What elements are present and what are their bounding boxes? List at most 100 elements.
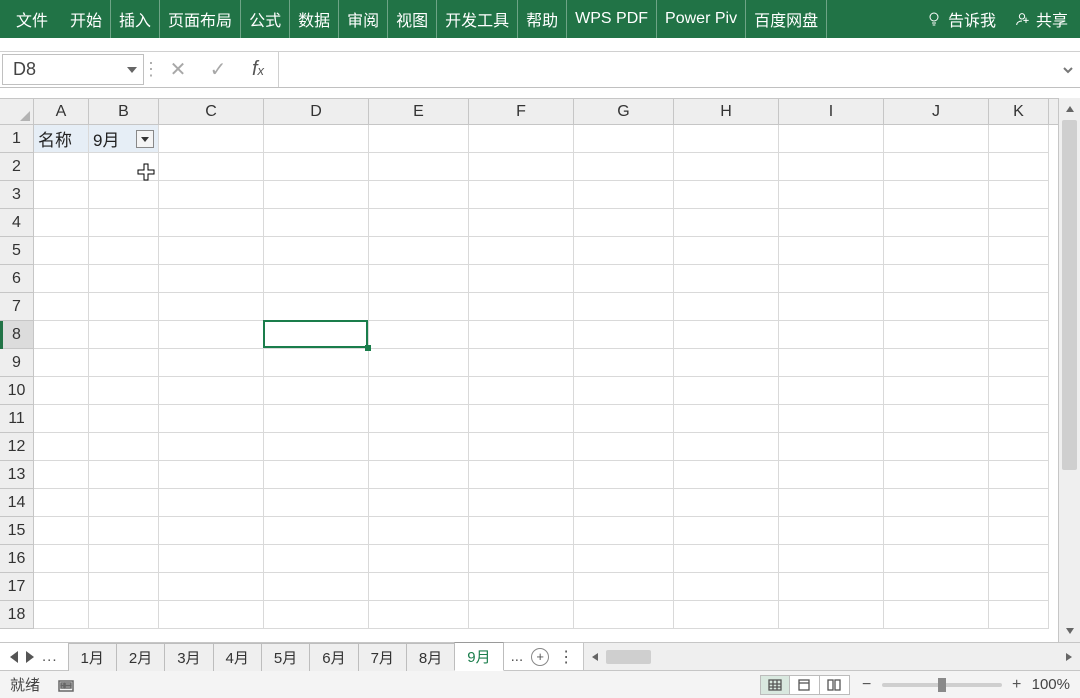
cell-F14[interactable] [469,489,574,517]
cell-H18[interactable] [674,601,779,629]
formula-cancel-button[interactable]: ✕ [158,52,198,87]
cell-D3[interactable] [264,181,369,209]
cell-K6[interactable] [989,265,1049,293]
cell-B2[interactable] [89,153,159,181]
cell-H12[interactable] [674,433,779,461]
filter-dropdown-button[interactable] [136,130,154,148]
sheet-tab-6月[interactable]: 6月 [309,643,358,671]
hscroll-track[interactable] [606,650,1058,664]
cell-D7[interactable] [264,293,369,321]
row-header-16[interactable]: 16 [0,545,34,573]
cell-D17[interactable] [264,573,369,601]
cell-D6[interactable] [264,265,369,293]
cell-D14[interactable] [264,489,369,517]
cell-J12[interactable] [884,433,989,461]
cell-C7[interactable] [159,293,264,321]
cell-I6[interactable] [779,265,884,293]
cell-I17[interactable] [779,573,884,601]
cell-E5[interactable] [369,237,469,265]
cell-J13[interactable] [884,461,989,489]
cell-H7[interactable] [674,293,779,321]
zoom-slider-knob[interactable] [938,678,946,692]
cell-K13[interactable] [989,461,1049,489]
cell-I3[interactable] [779,181,884,209]
insert-function-button[interactable]: fx [238,52,278,87]
cell-B16[interactable] [89,545,159,573]
ribbon-tab-layout[interactable]: 页面布局 [160,0,241,38]
cell-C3[interactable] [159,181,264,209]
cell-J10[interactable] [884,377,989,405]
cell-K3[interactable] [989,181,1049,209]
cell-K7[interactable] [989,293,1049,321]
sheet-tab-5月[interactable]: 5月 [261,643,310,671]
cell-B14[interactable] [89,489,159,517]
cell-C14[interactable] [159,489,264,517]
sheet-tab-7月[interactable]: 7月 [358,643,407,671]
cell-H6[interactable] [674,265,779,293]
cell-F6[interactable] [469,265,574,293]
cell-B11[interactable] [89,405,159,433]
cell-H8[interactable] [674,321,779,349]
cell-B4[interactable] [89,209,159,237]
cell-I14[interactable] [779,489,884,517]
cell-J6[interactable] [884,265,989,293]
cell-F1[interactable] [469,125,574,153]
cell-B15[interactable] [89,517,159,545]
col-header-K[interactable]: K [989,99,1049,124]
sheet-tab-9月[interactable]: 9月 [454,642,503,671]
col-header-H[interactable]: H [674,99,779,124]
cell-G16[interactable] [574,545,674,573]
cell-B10[interactable] [89,377,159,405]
select-all-corner[interactable] [0,99,34,124]
cell-J11[interactable] [884,405,989,433]
cell-G10[interactable] [574,377,674,405]
scroll-up-button[interactable] [1059,98,1080,120]
cell-C5[interactable] [159,237,264,265]
cell-I9[interactable] [779,349,884,377]
cell-K9[interactable] [989,349,1049,377]
ribbon-tab-view[interactable]: 视图 [388,0,437,38]
cell-G6[interactable] [574,265,674,293]
cell-D10[interactable] [264,377,369,405]
ribbon-tab-formulas[interactable]: 公式 [241,0,290,38]
scroll-right-button[interactable] [1058,652,1080,662]
cell-A7[interactable] [34,293,89,321]
cell-F13[interactable] [469,461,574,489]
tab-next-button[interactable] [26,651,34,663]
cell-F2[interactable] [469,153,574,181]
cell-D9[interactable] [264,349,369,377]
cell-K12[interactable] [989,433,1049,461]
view-page-break-button[interactable] [820,675,850,695]
cell-D1[interactable] [264,125,369,153]
cell-H4[interactable] [674,209,779,237]
cell-I12[interactable] [779,433,884,461]
name-box[interactable]: D8 [2,54,144,85]
cell-E9[interactable] [369,349,469,377]
cell-B13[interactable] [89,461,159,489]
cell-H1[interactable] [674,125,779,153]
row-header-12[interactable]: 12 [0,433,34,461]
col-header-I[interactable]: I [779,99,884,124]
cell-D15[interactable] [264,517,369,545]
cell-A5[interactable] [34,237,89,265]
ribbon-tab-data[interactable]: 数据 [290,0,339,38]
cell-I1[interactable] [779,125,884,153]
cell-A9[interactable] [34,349,89,377]
horizontal-scrollbar[interactable] [583,643,1080,670]
cell-E6[interactable] [369,265,469,293]
row-header-5[interactable]: 5 [0,237,34,265]
col-header-G[interactable]: G [574,99,674,124]
ribbon-tab-wpspdf[interactable]: WPS PDF [567,0,657,38]
cell-H9[interactable] [674,349,779,377]
cell-D4[interactable] [264,209,369,237]
row-header-3[interactable]: 3 [0,181,34,209]
view-normal-button[interactable] [760,675,790,695]
cell-A12[interactable] [34,433,89,461]
sheet-tab-8月[interactable]: 8月 [406,643,455,671]
cell-B12[interactable] [89,433,159,461]
cell-D5[interactable] [264,237,369,265]
cell-I4[interactable] [779,209,884,237]
row-header-10[interactable]: 10 [0,377,34,405]
zoom-out-button[interactable]: − [860,676,874,694]
row-header-14[interactable]: 14 [0,489,34,517]
